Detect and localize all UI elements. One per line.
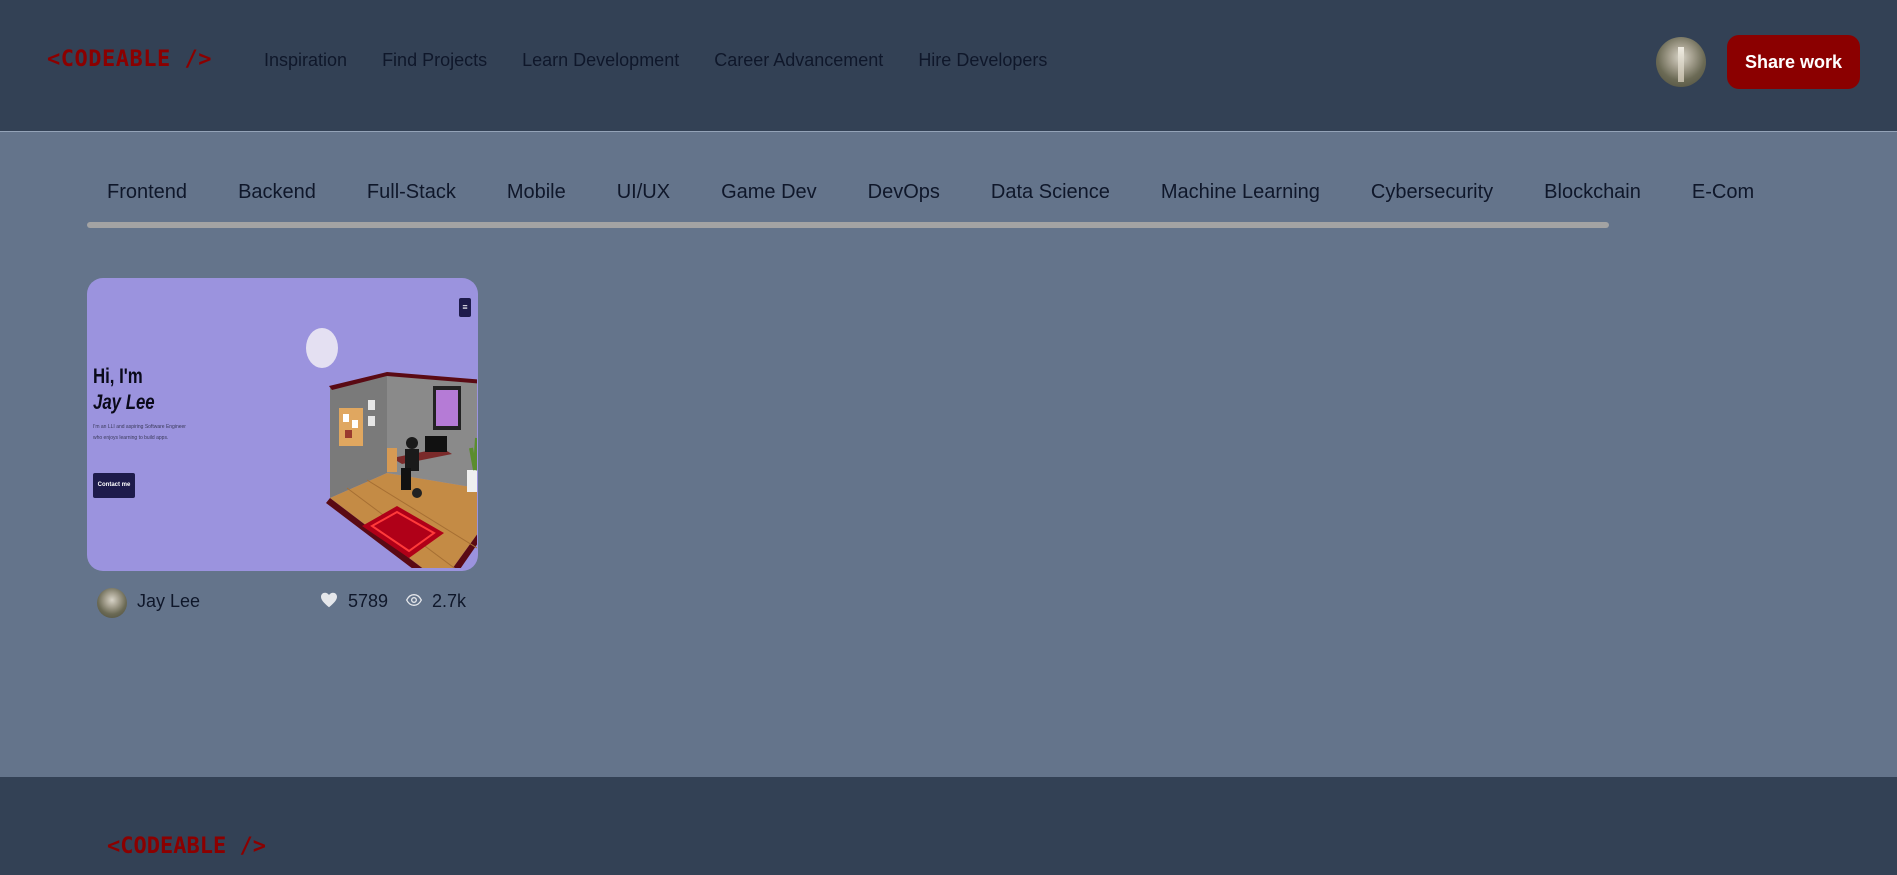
preview-greeting: Hi, I'm xyxy=(93,365,143,388)
eye-icon xyxy=(406,593,422,607)
heart-icon[interactable] xyxy=(320,592,338,608)
preview-heading: Hi, I'm Jay Lee xyxy=(93,364,155,416)
codeable-logo[interactable]: <CODEABLE /> xyxy=(47,47,212,72)
view-count: 2.7k xyxy=(432,591,467,611)
nav-find-projects[interactable]: Find Projects xyxy=(382,50,487,71)
like-count: 5789 xyxy=(348,591,389,611)
tab-ui-ux[interactable]: UI/UX xyxy=(617,162,670,204)
category-tabs: Frontend Backend Full-Stack Mobile UI/UX… xyxy=(87,162,1897,226)
project-card-thumbnail[interactable]: ≡ Hi, I'm Jay Lee I'm an LLI and aspirin… xyxy=(87,278,478,571)
footer-logo[interactable]: <CODEABLE /> xyxy=(107,834,266,859)
tab-backend[interactable]: Backend xyxy=(238,162,316,204)
preview-contact-button: Contact me xyxy=(93,473,135,498)
page-footer: <CODEABLE /> xyxy=(0,777,1897,875)
tab-e-commerce[interactable]: E-Com xyxy=(1692,162,1754,204)
tab-data-science[interactable]: Data Science xyxy=(991,162,1110,204)
author-avatar[interactable] xyxy=(97,588,127,618)
nav-career-advancement[interactable]: Career Advancement xyxy=(714,50,883,71)
tab-frontend[interactable]: Frontend xyxy=(107,162,187,204)
tab-game-dev[interactable]: Game Dev xyxy=(721,162,817,204)
author-name[interactable]: Jay Lee xyxy=(137,591,200,612)
category-scrollbar[interactable] xyxy=(87,222,1609,228)
nav-hire-developers[interactable]: Hire Developers xyxy=(918,50,1047,71)
user-avatar[interactable] xyxy=(1656,37,1706,87)
tab-cybersecurity[interactable]: Cybersecurity xyxy=(1371,162,1493,204)
isometric-room-illustration xyxy=(306,328,477,568)
tab-devops[interactable]: DevOps xyxy=(868,162,940,204)
tab-full-stack[interactable]: Full-Stack xyxy=(367,162,456,204)
tab-blockchain[interactable]: Blockchain xyxy=(1544,162,1641,204)
share-work-button[interactable]: Share work xyxy=(1727,35,1860,89)
tab-mobile[interactable]: Mobile xyxy=(507,162,566,204)
top-header: <CODEABLE /> Inspiration Find Projects L… xyxy=(0,0,1897,132)
preview-name: Jay Lee xyxy=(93,391,155,414)
nav-inspiration[interactable]: Inspiration xyxy=(264,50,347,71)
preview-description: I'm an LLI and aspiring Software Enginee… xyxy=(93,424,186,441)
tab-machine-learning[interactable]: Machine Learning xyxy=(1161,162,1320,204)
main-nav: Inspiration Find Projects Learn Developm… xyxy=(264,50,1082,71)
nav-learn-development[interactable]: Learn Development xyxy=(522,50,679,71)
